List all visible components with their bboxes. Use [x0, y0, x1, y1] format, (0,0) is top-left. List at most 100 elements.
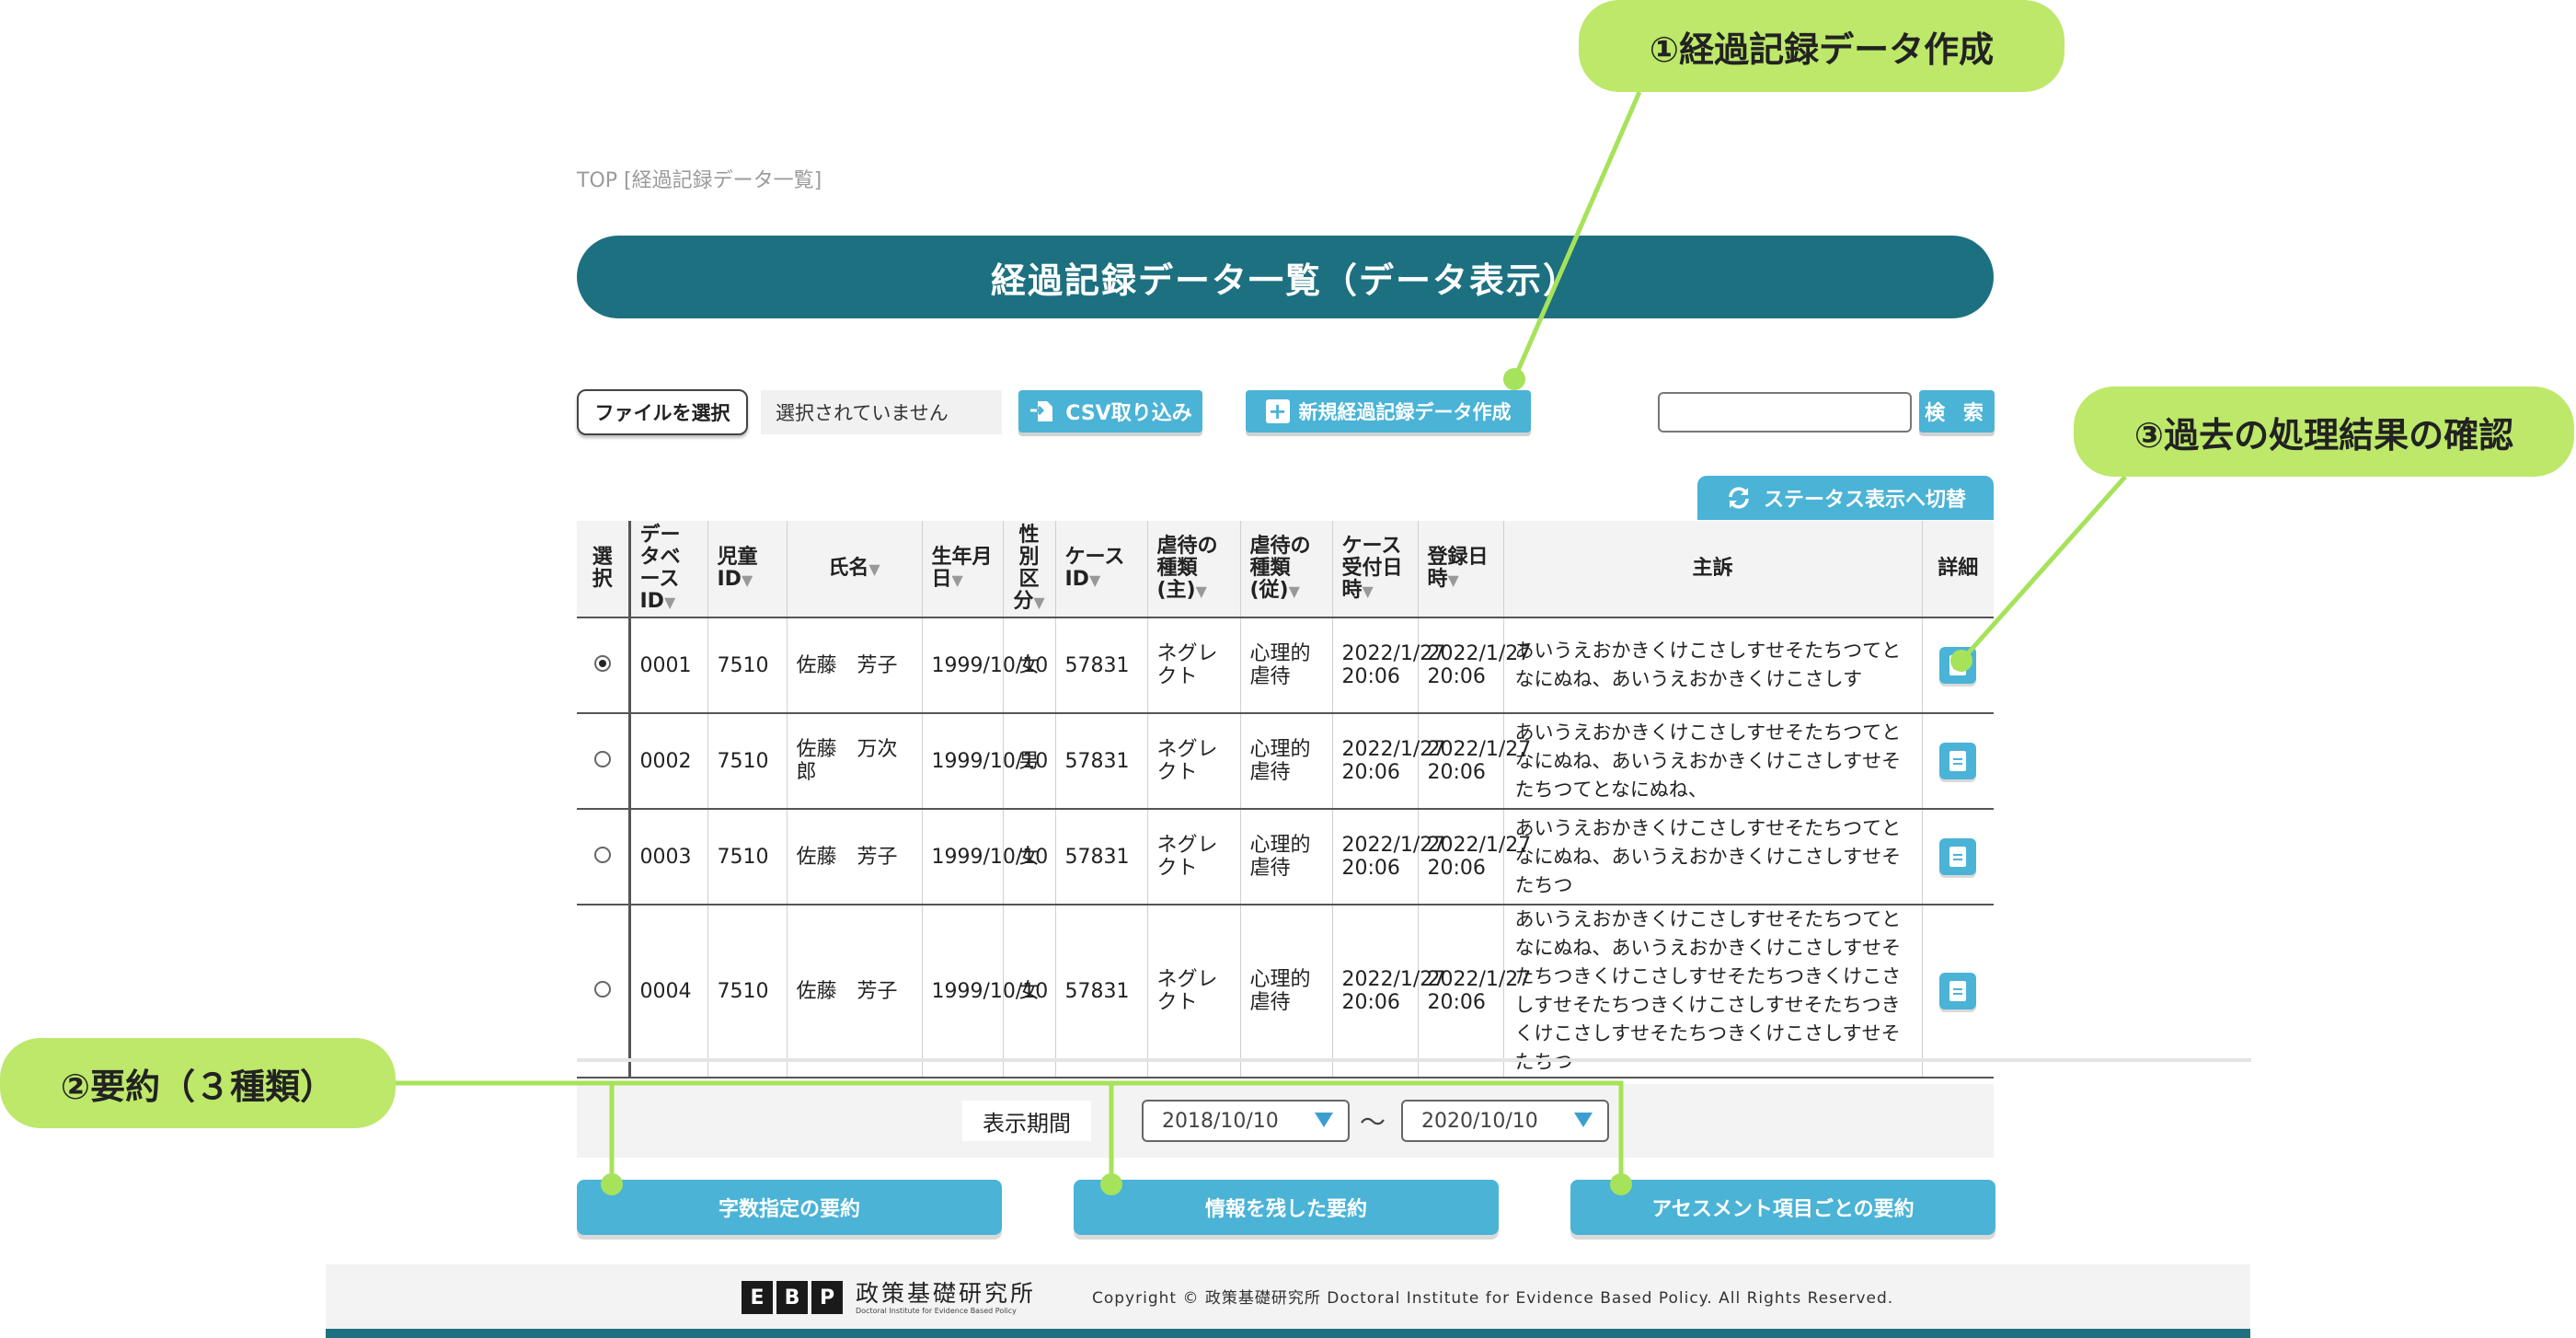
detail-document-button[interactable]: [1939, 838, 1977, 875]
file-import-icon: [1030, 401, 1053, 421]
detail-document-button[interactable]: [1939, 973, 1977, 1009]
detail-document-button[interactable]: [1939, 743, 1977, 779]
logo-text: 政策基礎研究所 Doctoral Institute for Evidence …: [856, 1281, 1036, 1316]
db-id-cell: 0002: [627, 713, 707, 810]
case-id-cell: 57831: [1054, 713, 1147, 810]
search-button[interactable]: 検 索: [1919, 390, 1995, 433]
period-from-value: 2018/10/10: [1162, 1109, 1279, 1133]
ebp-logo: E B P 政策基礎研究所 Doctoral Institute for Evi…: [742, 1281, 1036, 1316]
detail-cell: [1921, 617, 1994, 714]
header-detail: 詳細: [1921, 521, 1994, 618]
sort-triangle-icon: ▼: [951, 571, 963, 589]
header-db-id[interactable]: データベースID▼: [627, 521, 707, 618]
complaint-cell: あいうえおかきくけこさしすせそたちつてとなにぬね、あいうえおかきくけこさしすせそ…: [1502, 713, 1922, 810]
breadcrumb: TOP [経過記録データ一覧]: [577, 169, 822, 192]
header-birth[interactable]: 生年月日▼: [921, 521, 1003, 618]
case-date-cell: 2022/1/27 20:06: [1331, 617, 1445, 714]
row-select-radio[interactable]: [593, 750, 611, 767]
refresh-icon: [1729, 487, 1749, 509]
abuse-main-cell: ネグレクト: [1146, 905, 1240, 1078]
csv-import-label: CSV取り込み: [1065, 402, 1192, 425]
new-record-label: 新規経過記録データ作成: [1298, 401, 1512, 423]
birth-cell: 1999/10/10: [921, 809, 1048, 905]
child-id-cell: 7510: [707, 617, 787, 714]
header-select-label: 選択: [592, 546, 613, 591]
csv-import-button[interactable]: CSV取り込み: [1018, 390, 1202, 433]
table-row: 0003 7510 佐藤 芳子 1999/10/10 女 57831 ネグレクト…: [577, 809, 1994, 905]
select-cell[interactable]: [577, 617, 629, 714]
case-id-cell: 57831: [1054, 809, 1147, 905]
row-select-radio[interactable]: [593, 654, 611, 672]
table-row: 0001 7510 佐藤 芳子 1999/10/10 女 57831 ネグレクト…: [577, 617, 1994, 714]
callout-past-results: ③過去の処理結果の確認: [2074, 386, 2574, 477]
header-select: 選択: [577, 521, 629, 618]
search-input[interactable]: [1658, 392, 1912, 433]
row-select-radio[interactable]: [593, 846, 611, 863]
table-row: 0002 7510 佐藤 万次郎 1999/10/10 男 57831 ネグレク…: [577, 713, 1994, 810]
sort-triangle-icon: ▼: [1447, 571, 1459, 589]
page-title: 経過記録データ一覧（データ表示）: [577, 236, 1994, 318]
new-record-button[interactable]: + 新規経過記録データ作成: [1246, 390, 1531, 433]
table-header-row: 選択 データベースID▼ 児童ID▼ 氏名▼ 生年月日▼ 性別区分▼ ケースID…: [577, 521, 1994, 618]
header-sex[interactable]: 性別区分▼: [1002, 521, 1055, 618]
header-complaint: 主訴: [1502, 521, 1922, 618]
sort-triangle-icon: ▼: [1033, 593, 1045, 611]
detail-document-button[interactable]: [1939, 647, 1977, 684]
sort-triangle-icon: ▼: [1362, 582, 1374, 600]
reg-date-cell: 2022/1/27 20:06: [1417, 905, 1531, 1078]
header-abuse-main[interactable]: 虐待の種類(主)▼: [1146, 521, 1240, 618]
callout1-dot: [1503, 368, 1525, 390]
abuse-sub-cell: 心理的虐待: [1239, 809, 1332, 905]
birth-cell: 1999/10/10: [921, 617, 1048, 714]
header-reg-date[interactable]: 登録日時▼: [1417, 521, 1503, 618]
callout-create-record: ①経過記録データ作成: [1579, 0, 2064, 92]
row-select-radio[interactable]: [593, 980, 611, 998]
period-to-value: 2020/10/10: [1421, 1109, 1538, 1133]
period-label: 表示期間: [962, 1101, 1091, 1141]
per-item-summary-button[interactable]: アセスメント項目ごとの要約: [1570, 1180, 1995, 1235]
footer-bar: [326, 1329, 2250, 1338]
header-detail-label: 詳細: [1938, 557, 1979, 580]
detail-cell: [1921, 905, 1994, 1078]
child-id-cell: 7510: [707, 905, 787, 1078]
table-scroll-divider: [577, 1058, 2251, 1062]
detail-cell: [1921, 713, 1994, 810]
file-select-button[interactable]: ファイルを選択: [577, 389, 748, 435]
child-id-cell: 7510: [707, 809, 787, 905]
name-cell: 佐藤 芳子: [786, 617, 922, 714]
select-cell[interactable]: [577, 905, 629, 1078]
header-name[interactable]: 氏名▼: [786, 521, 922, 618]
reg-date-cell: 2022/1/27 20:06: [1417, 809, 1531, 905]
db-id-cell: 0004: [627, 905, 707, 1078]
header-abuse-sub[interactable]: 虐待の種類(従)▼: [1239, 521, 1332, 618]
sort-triangle-icon: ▼: [741, 571, 753, 589]
header-child-id[interactable]: 児童ID▼: [707, 521, 787, 618]
complaint-cell: あいうえおかきくけこさしすせそたちつてとなにぬね、あいうえおかきくけこさしすせそ…: [1502, 905, 1922, 1078]
select-cell[interactable]: [577, 713, 629, 810]
abuse-sub-cell: 心理的虐待: [1239, 905, 1332, 1078]
status-view-toggle-button[interactable]: ステータス表示へ切替: [1697, 476, 1994, 520]
header-case-date[interactable]: ケース受付日時▼: [1331, 521, 1418, 618]
file-status-text: 選択されていません: [761, 390, 1002, 434]
header-case-id[interactable]: ケースID▼: [1054, 521, 1147, 618]
db-id-cell: 0003: [627, 809, 707, 905]
select-cell[interactable]: [577, 809, 629, 905]
child-id-cell: 7510: [707, 713, 787, 810]
abuse-sub-cell: 心理的虐待: [1239, 617, 1332, 714]
name-cell: 佐藤 芳子: [786, 809, 922, 905]
dropdown-triangle-icon: [1574, 1113, 1593, 1127]
complaint-cell: あいうえおかきくけこさしすせそたちつてとなにぬね、あいうえおかきくけこさしすせそ…: [1502, 809, 1922, 905]
info-keep-summary-button[interactable]: 情報を残した要約: [1074, 1180, 1499, 1235]
document-icon: [1949, 981, 1967, 1001]
char-limit-summary-button[interactable]: 字数指定の要約: [577, 1180, 1002, 1235]
header-name-label: 氏名: [828, 556, 869, 580]
period-from-select[interactable]: 2018/10/10: [1142, 1100, 1350, 1142]
abuse-main-cell: ネグレクト: [1146, 617, 1240, 714]
complaint-cell: あいうえおかきくけこさしすせそたちつてとなにぬね、あいうえおかきくけこさしす: [1502, 617, 1922, 714]
case-id-cell: 57831: [1054, 905, 1147, 1078]
case-date-cell: 2022/1/27 20:06: [1331, 713, 1445, 810]
period-to-select[interactable]: 2020/10/10: [1401, 1100, 1609, 1142]
reg-date-cell: 2022/1/27 20:06: [1417, 617, 1531, 714]
header-abuse-main-label: 虐待の種類(主): [1156, 534, 1218, 602]
case-id-cell: 57831: [1054, 617, 1147, 714]
